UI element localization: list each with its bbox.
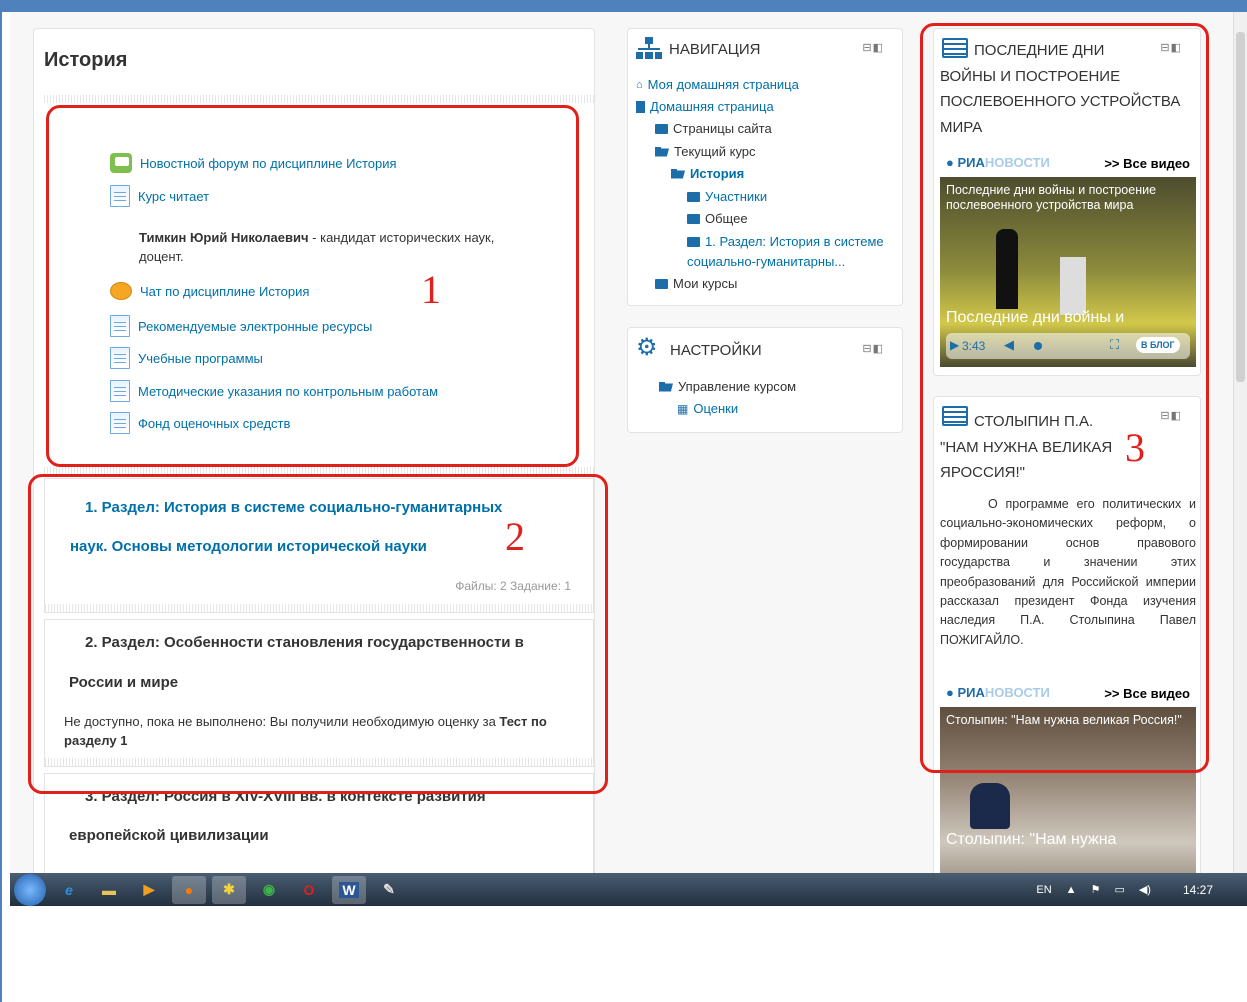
nav-current-course[interactable]: Текущий курс bbox=[655, 144, 756, 159]
language-indicator[interactable]: EN bbox=[1036, 884, 1051, 896]
nav-item-label[interactable]: Мои курсы bbox=[673, 276, 737, 291]
screenshot-page: История Новостной форум по дисциплине Ис… bbox=[0, 0, 1247, 1002]
section-3-title-line2: европейской цивилизации bbox=[69, 827, 269, 844]
vertical-scrollbar[interactable] bbox=[1233, 12, 1247, 874]
annotation-number-2: 2 bbox=[505, 514, 525, 559]
firefox-icon[interactable]: ● bbox=[172, 875, 206, 904]
tray-expand-icon[interactable]: ▲ bbox=[1066, 884, 1077, 896]
table-icon: ▦ bbox=[677, 401, 689, 416]
folder-icon bbox=[687, 236, 700, 247]
settings-item-label[interactable]: Управление курсом bbox=[678, 379, 796, 394]
nav-item-label[interactable]: Моя домашняя страница bbox=[648, 77, 799, 92]
document-frame-top bbox=[0, 0, 1247, 12]
nav-site-pages[interactable]: Страницы сайта bbox=[655, 121, 772, 136]
explorer-icon[interactable]: ▬ bbox=[92, 876, 126, 904]
folder-open-icon bbox=[655, 146, 669, 157]
gears-icon: ⚙ bbox=[636, 334, 658, 361]
ie-icon[interactable]: e bbox=[52, 876, 86, 904]
annotation-number-3: 3 bbox=[1125, 425, 1145, 470]
nav-item-label[interactable]: Участники bbox=[705, 189, 767, 204]
scrollbar-thumb[interactable] bbox=[1236, 32, 1245, 382]
page-icon bbox=[636, 100, 645, 113]
settings-title: НАСТРОЙКИ bbox=[670, 342, 762, 359]
folder-open-icon bbox=[671, 168, 685, 179]
settings-block: ⚙ НАСТРОЙКИ ⊟◧ Управление курсом ▦ Оценки bbox=[627, 327, 903, 433]
navigation-block: НАВИГАЦИЯ ⊟◧ ⌂ Моя домашняя страница Дома… bbox=[627, 28, 903, 306]
system-tray: EN ▲ ⚑ ▭ ◀) 14:27 bbox=[1036, 883, 1247, 897]
nav-item-label[interactable]: История bbox=[690, 166, 744, 181]
settings-course-admin[interactable]: Управление курсом bbox=[659, 379, 796, 394]
nav-item-label[interactable]: Общее bbox=[705, 211, 748, 226]
paint-icon[interactable]: ✎ bbox=[372, 876, 406, 904]
volume-icon[interactable]: ◀) bbox=[1139, 883, 1151, 896]
nav-item-label[interactable]: 1. Раздел: История в системе bbox=[705, 234, 884, 249]
opera-icon[interactable]: O bbox=[292, 876, 326, 904]
nav-course-history[interactable]: История bbox=[671, 166, 744, 181]
media-icon[interactable]: ▶ bbox=[132, 876, 166, 904]
nav-my-home[interactable]: ⌂ Моя домашняя страница bbox=[636, 77, 799, 92]
nav-item-label[interactable]: социально-гуманитарны... bbox=[687, 254, 845, 269]
nav-item-label[interactable]: Домашняя страница bbox=[650, 99, 774, 114]
start-button[interactable] bbox=[14, 873, 46, 906]
nav-my-courses[interactable]: Мои курсы bbox=[655, 276, 737, 291]
annotation-box-3 bbox=[920, 23, 1209, 773]
nav-item-label[interactable]: Страницы сайта bbox=[673, 121, 772, 136]
navigation-title: НАВИГАЦИЯ bbox=[669, 41, 761, 58]
folder-open-icon bbox=[659, 381, 673, 392]
network-icon[interactable]: ▭ bbox=[1114, 883, 1124, 896]
block-controls-icon[interactable]: ⊟◧ bbox=[862, 342, 884, 355]
taskbar: e ▬ ▶ ● ✱ ◉ O W ✎ EN ▲ ⚑ ▭ ◀) 14:27 bbox=[10, 873, 1247, 906]
annotation-number-1: 1 bbox=[421, 267, 441, 312]
document-frame-left bbox=[0, 0, 2, 1002]
nav-site-home[interactable]: Домашняя страница bbox=[636, 99, 774, 114]
word-icon[interactable]: W bbox=[332, 875, 366, 904]
sitemap-icon bbox=[636, 37, 662, 61]
nav-section-1-cont[interactable]: социально-гуманитарны... bbox=[687, 254, 845, 269]
nav-section-1[interactable]: 1. Раздел: История в системе bbox=[687, 234, 884, 249]
annotation-box-1 bbox=[46, 105, 579, 467]
nav-item-label[interactable]: Текущий курс bbox=[674, 144, 756, 159]
block-controls-icon[interactable]: ⊟◧ bbox=[862, 41, 884, 54]
video-subtitle: Столыпин: "Нам нужна bbox=[946, 831, 1117, 848]
flag-icon[interactable]: ⚑ bbox=[1091, 883, 1101, 896]
folder-icon bbox=[655, 123, 668, 134]
nav-participants[interactable]: Участники bbox=[687, 189, 767, 204]
page-title: История bbox=[44, 49, 128, 71]
folder-icon bbox=[687, 191, 700, 202]
home-icon: ⌂ bbox=[636, 78, 643, 91]
divider bbox=[44, 95, 594, 103]
app-icon[interactable]: ✱ bbox=[212, 875, 246, 904]
chrome-icon[interactable]: ◉ bbox=[252, 876, 286, 904]
settings-item-label[interactable]: Оценки bbox=[693, 401, 738, 416]
nav-general[interactable]: Общее bbox=[687, 211, 748, 226]
folder-icon bbox=[687, 213, 700, 224]
clock[interactable]: 14:27 bbox=[1183, 883, 1213, 897]
settings-grades[interactable]: ▦ Оценки bbox=[677, 401, 738, 416]
folder-icon bbox=[655, 278, 668, 289]
video-figure bbox=[970, 783, 1010, 829]
